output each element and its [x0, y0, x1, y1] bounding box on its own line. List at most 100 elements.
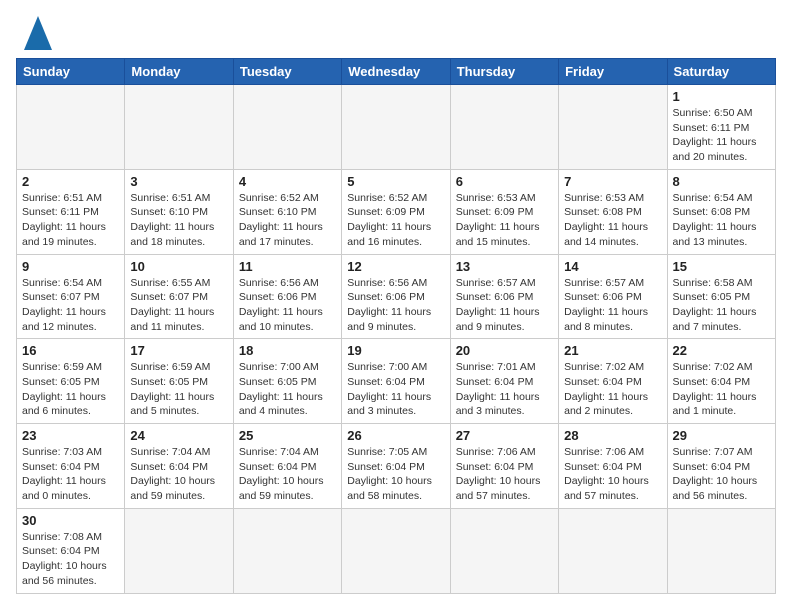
- day-number: 20: [456, 343, 553, 358]
- day-number: 30: [22, 513, 119, 528]
- day-info: Sunrise: 6:59 AMSunset: 6:05 PMDaylight:…: [130, 360, 227, 419]
- page-header: [16, 16, 776, 50]
- calendar-cell: [342, 508, 450, 593]
- calendar-week-3: 9 Sunrise: 6:54 AMSunset: 6:07 PMDaylight…: [17, 254, 776, 339]
- day-info: Sunrise: 6:52 AMSunset: 6:09 PMDaylight:…: [347, 191, 444, 250]
- calendar-cell: [559, 508, 667, 593]
- day-number: 28: [564, 428, 661, 443]
- calendar-table: SundayMondayTuesdayWednesdayThursdayFrid…: [16, 58, 776, 594]
- calendar-cell: 19 Sunrise: 7:00 AMSunset: 6:04 PMDayligh…: [342, 339, 450, 424]
- day-number: 9: [22, 259, 119, 274]
- calendar-cell: 10 Sunrise: 6:55 AMSunset: 6:07 PMDayligh…: [125, 254, 233, 339]
- day-number: 24: [130, 428, 227, 443]
- calendar-cell: 24 Sunrise: 7:04 AMSunset: 6:04 PMDayligh…: [125, 424, 233, 509]
- weekday-header-saturday: Saturday: [667, 59, 775, 85]
- day-info: Sunrise: 6:56 AMSunset: 6:06 PMDaylight:…: [239, 276, 336, 335]
- day-number: 12: [347, 259, 444, 274]
- calendar-cell: [125, 508, 233, 593]
- day-number: 3: [130, 174, 227, 189]
- day-info: Sunrise: 6:51 AMSunset: 6:10 PMDaylight:…: [130, 191, 227, 250]
- weekday-header-thursday: Thursday: [450, 59, 558, 85]
- day-number: 27: [456, 428, 553, 443]
- day-number: 19: [347, 343, 444, 358]
- day-info: Sunrise: 7:00 AMSunset: 6:05 PMDaylight:…: [239, 360, 336, 419]
- day-number: 15: [673, 259, 770, 274]
- day-info: Sunrise: 6:55 AMSunset: 6:07 PMDaylight:…: [130, 276, 227, 335]
- day-number: 22: [673, 343, 770, 358]
- calendar-cell: 15 Sunrise: 6:58 AMSunset: 6:05 PMDayligh…: [667, 254, 775, 339]
- day-info: Sunrise: 7:01 AMSunset: 6:04 PMDaylight:…: [456, 360, 553, 419]
- day-info: Sunrise: 7:05 AMSunset: 6:04 PMDaylight:…: [347, 445, 444, 504]
- weekday-header-sunday: Sunday: [17, 59, 125, 85]
- day-info: Sunrise: 7:03 AMSunset: 6:04 PMDaylight:…: [22, 445, 119, 504]
- day-info: Sunrise: 6:52 AMSunset: 6:10 PMDaylight:…: [239, 191, 336, 250]
- weekday-header-friday: Friday: [559, 59, 667, 85]
- calendar-cell: 7Sunrise: 6:53 AMSunset: 6:08 PMDaylight…: [559, 169, 667, 254]
- calendar-cell: [17, 85, 125, 170]
- calendar-cell: 29 Sunrise: 7:07 AMSunset: 6:04 PMDayligh…: [667, 424, 775, 509]
- day-info: Sunrise: 7:06 AMSunset: 6:04 PMDaylight:…: [456, 445, 553, 504]
- day-number: 21: [564, 343, 661, 358]
- day-info: Sunrise: 6:59 AMSunset: 6:05 PMDaylight:…: [22, 360, 119, 419]
- day-info: Sunrise: 7:06 AMSunset: 6:04 PMDaylight:…: [564, 445, 661, 504]
- day-info: Sunrise: 7:04 AMSunset: 6:04 PMDaylight:…: [239, 445, 336, 504]
- day-info: Sunrise: 7:08 AMSunset: 6:04 PMDaylight:…: [22, 530, 119, 589]
- calendar-cell: 6 Sunrise: 6:53 AMSunset: 6:09 PMDaylight…: [450, 169, 558, 254]
- day-number: 2: [22, 174, 119, 189]
- calendar-cell: 25 Sunrise: 7:04 AMSunset: 6:04 PMDayligh…: [233, 424, 341, 509]
- calendar-cell: [233, 508, 341, 593]
- day-info: Sunrise: 6:53 AMSunset: 6:09 PMDaylight:…: [456, 191, 553, 250]
- calendar-cell: 21 Sunrise: 7:02 AMSunset: 6:04 PMDayligh…: [559, 339, 667, 424]
- day-info: Sunrise: 7:02 AMSunset: 6:04 PMDaylight:…: [564, 360, 661, 419]
- calendar-cell: [667, 508, 775, 593]
- calendar-cell: 8 Sunrise: 6:54 AMSunset: 6:08 PMDaylight…: [667, 169, 775, 254]
- calendar-week-5: 23 Sunrise: 7:03 AMSunset: 6:04 PMDayligh…: [17, 424, 776, 509]
- weekday-header-row: SundayMondayTuesdayWednesdayThursdayFrid…: [17, 59, 776, 85]
- day-number: 26: [347, 428, 444, 443]
- calendar-cell: 27 Sunrise: 7:06 AMSunset: 6:04 PMDayligh…: [450, 424, 558, 509]
- calendar-week-4: 16 Sunrise: 6:59 AMSunset: 6:05 PMDayligh…: [17, 339, 776, 424]
- day-number: 1: [673, 89, 770, 104]
- day-number: 23: [22, 428, 119, 443]
- calendar-cell: 9 Sunrise: 6:54 AMSunset: 6:07 PMDaylight…: [17, 254, 125, 339]
- calendar-cell: 16 Sunrise: 6:59 AMSunset: 6:05 PMDayligh…: [17, 339, 125, 424]
- calendar-week-2: 2 Sunrise: 6:51 AMSunset: 6:11 PMDaylight…: [17, 169, 776, 254]
- calendar-cell: 20 Sunrise: 7:01 AMSunset: 6:04 PMDayligh…: [450, 339, 558, 424]
- calendar-cell: 3 Sunrise: 6:51 AMSunset: 6:10 PMDaylight…: [125, 169, 233, 254]
- day-number: 13: [456, 259, 553, 274]
- day-number: 8: [673, 174, 770, 189]
- day-number: 4: [239, 174, 336, 189]
- calendar-cell: 28 Sunrise: 7:06 AMSunset: 6:04 PMDayligh…: [559, 424, 667, 509]
- calendar-cell: 14Sunrise: 6:57 AMSunset: 6:06 PMDayligh…: [559, 254, 667, 339]
- calendar-cell: 12 Sunrise: 6:56 AMSunset: 6:06 PMDayligh…: [342, 254, 450, 339]
- day-number: 6: [456, 174, 553, 189]
- day-info: Sunrise: 7:00 AMSunset: 6:04 PMDaylight:…: [347, 360, 444, 419]
- day-info: Sunrise: 7:02 AMSunset: 6:04 PMDaylight:…: [673, 360, 770, 419]
- day-number: 11: [239, 259, 336, 274]
- day-info: Sunrise: 6:50 AMSunset: 6:11 PMDaylight:…: [673, 106, 770, 165]
- calendar-cell: 1 Sunrise: 6:50 AMSunset: 6:11 PMDaylight…: [667, 85, 775, 170]
- day-number: 29: [673, 428, 770, 443]
- calendar-cell: 5 Sunrise: 6:52 AMSunset: 6:09 PMDaylight…: [342, 169, 450, 254]
- calendar-cell: 2 Sunrise: 6:51 AMSunset: 6:11 PMDaylight…: [17, 169, 125, 254]
- day-number: 25: [239, 428, 336, 443]
- calendar-cell: 22 Sunrise: 7:02 AMSunset: 6:04 PMDayligh…: [667, 339, 775, 424]
- day-info: Sunrise: 6:56 AMSunset: 6:06 PMDaylight:…: [347, 276, 444, 335]
- day-info: Sunrise: 7:07 AMSunset: 6:04 PMDaylight:…: [673, 445, 770, 504]
- day-number: 17: [130, 343, 227, 358]
- calendar-cell: 30 Sunrise: 7:08 AMSunset: 6:04 PMDayligh…: [17, 508, 125, 593]
- day-info: Sunrise: 6:54 AMSunset: 6:08 PMDaylight:…: [673, 191, 770, 250]
- logo: [16, 16, 52, 50]
- day-info: Sunrise: 6:53 AMSunset: 6:08 PMDaylight:…: [564, 191, 661, 250]
- day-info: Sunrise: 6:54 AMSunset: 6:07 PMDaylight:…: [22, 276, 119, 335]
- day-info: Sunrise: 7:04 AMSunset: 6:04 PMDaylight:…: [130, 445, 227, 504]
- day-info: Sunrise: 6:51 AMSunset: 6:11 PMDaylight:…: [22, 191, 119, 250]
- calendar-cell: [125, 85, 233, 170]
- calendar-cell: [450, 508, 558, 593]
- calendar-cell: 23 Sunrise: 7:03 AMSunset: 6:04 PMDayligh…: [17, 424, 125, 509]
- day-number: 5: [347, 174, 444, 189]
- day-number: 10: [130, 259, 227, 274]
- day-info: Sunrise: 6:58 AMSunset: 6:05 PMDaylight:…: [673, 276, 770, 335]
- calendar-cell: 11 Sunrise: 6:56 AMSunset: 6:06 PMDayligh…: [233, 254, 341, 339]
- day-number: 16: [22, 343, 119, 358]
